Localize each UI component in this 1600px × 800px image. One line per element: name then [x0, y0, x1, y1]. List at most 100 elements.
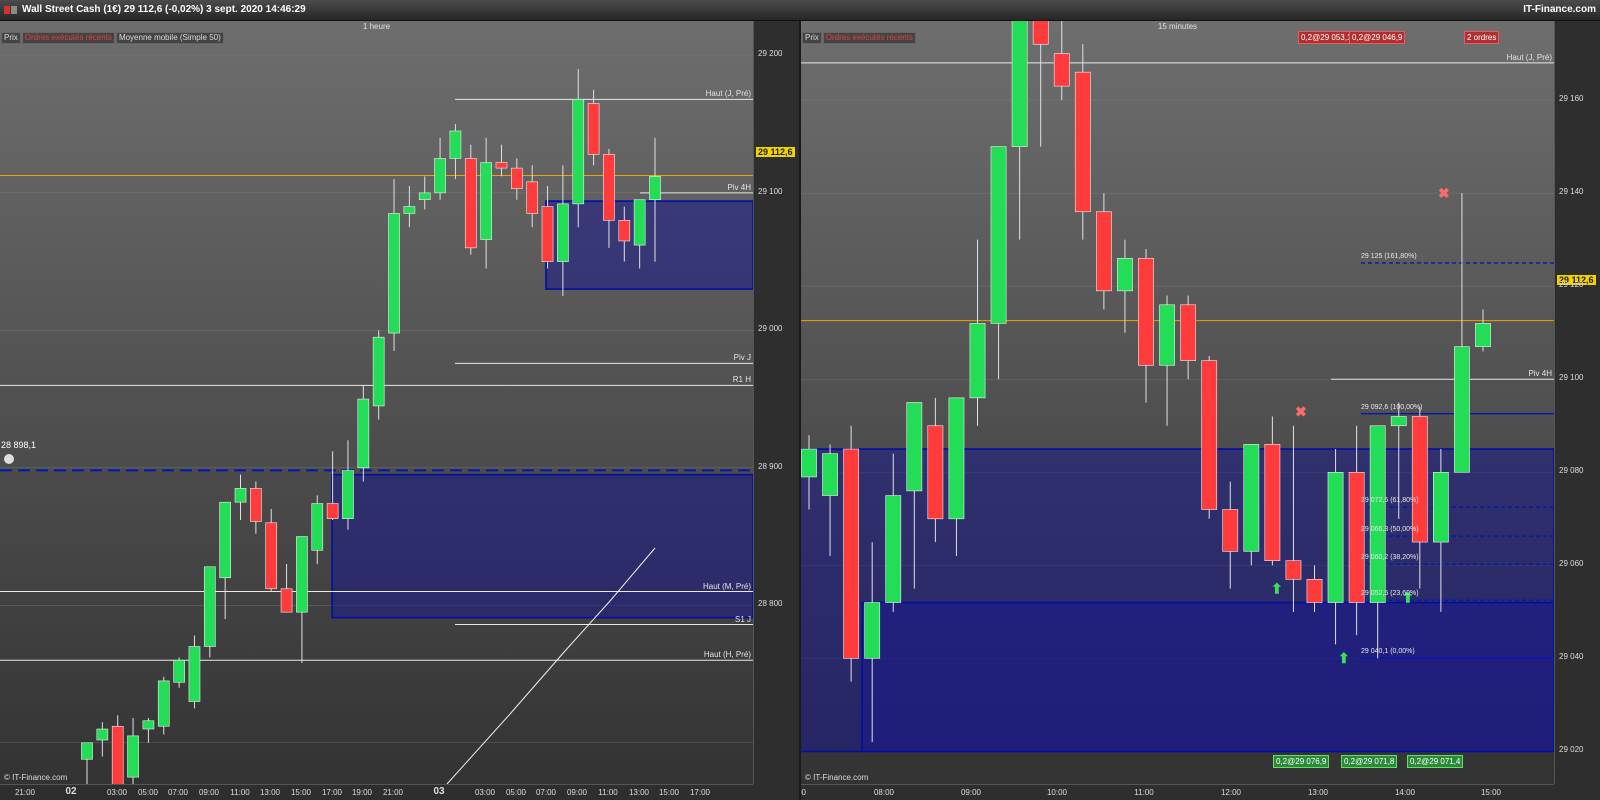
plot-area-15min[interactable]: ✖ ✖ ⬆ ⬆ ⬆ 15 minutes Prix Ordres exécutés ré…	[801, 21, 1554, 784]
candle-body	[495, 162, 508, 169]
tab-prix[interactable]: Prix	[802, 32, 822, 44]
level-label: Piv 4H	[727, 182, 751, 192]
candle-body	[1074, 71, 1091, 213]
x-tick-label: 09:00	[198, 788, 220, 797]
fibonacci-label: 29 072,5 (61,80%)	[1361, 497, 1419, 505]
restore-icon[interactable]	[11, 6, 17, 14]
y-tick-label: 29 060	[1559, 559, 1584, 569]
x-tick-label: 17:00	[689, 788, 711, 797]
candle-body	[618, 220, 631, 242]
fibonacci-label: 29 060,2 (38,20%)	[1361, 554, 1419, 562]
x-tick-label: 07:00	[801, 788, 807, 797]
candle-body	[203, 566, 216, 647]
y-tick-label: 28 800	[758, 599, 783, 609]
candle-body	[265, 522, 278, 590]
brand-label: IT-Finance.com	[1523, 4, 1596, 15]
candle-body	[372, 336, 385, 407]
candle-body	[633, 199, 646, 246]
x-tick-label: 07:00	[535, 788, 557, 797]
level-label: Haut (J, Pré)	[1506, 52, 1552, 62]
candle-body	[1475, 323, 1491, 347]
order-badge[interactable]: 0,2@29 046,9	[1349, 31, 1406, 44]
x-tick-label: 13:00	[628, 788, 650, 797]
tab-moving-average[interactable]: Moyenne mobile (Simple 50)	[115, 32, 224, 44]
y-tick-label: 29 200	[758, 49, 783, 59]
chart-panel-15min: ✖ ✖ ⬆ ⬆ ⬆ 15 minutes Prix Ordres exécutés ré…	[801, 21, 1600, 800]
tab-prix[interactable]: Prix	[1, 32, 21, 44]
x-tick-label: 15:00	[290, 788, 312, 797]
x-tick-label: 17:00	[321, 788, 343, 797]
chart-title: 1 heure	[362, 22, 391, 31]
y-tick-label: 29 140	[1559, 187, 1584, 197]
level-label: R1 H	[732, 375, 751, 385]
tab-ordres[interactable]: Ordres exécutés récents	[21, 32, 115, 44]
candle-body	[342, 470, 354, 519]
candle-body	[111, 725, 124, 784]
y-tick-label: 29 000	[758, 324, 783, 334]
y-axis-15min[interactable]: 29 112,6 29 160 29 140 29 120 29 100 29 080 2…	[1554, 21, 1600, 784]
level-label: Haut (J, Pré)	[705, 89, 751, 99]
y-tick-label: 29 160	[1559, 94, 1584, 104]
candle-body	[250, 488, 262, 522]
candle-body	[1243, 444, 1260, 552]
order-handle-icon[interactable]	[4, 454, 14, 464]
candle-body	[1327, 471, 1344, 603]
x-tick-label: 21:00	[382, 788, 404, 797]
chart-title: 15 minutes	[1157, 22, 1198, 31]
candle-body	[311, 503, 324, 551]
demand-zone	[545, 200, 753, 290]
x-tick-label: 02	[65, 786, 77, 797]
candle-body	[906, 402, 923, 492]
x-tick-label: 09:00	[566, 788, 588, 797]
x-tick-label: 05:00	[505, 788, 527, 797]
level-label: Piv J	[733, 353, 751, 363]
cross-marker: ✖	[1438, 185, 1450, 201]
level-label: Haut (M, Pré)	[702, 581, 751, 591]
x-tick-label: 03:00	[106, 788, 128, 797]
tab-ordres[interactable]: Ordres exécutés récents	[822, 32, 916, 44]
buy-order-badge[interactable]: 0,2@29 076,9	[1273, 755, 1330, 768]
plot-area-hourly[interactable]: 1 heure Prix Ordres exécutés récents Moy…	[0, 21, 753, 784]
orders-count-badge[interactable]: 2 ordres	[1464, 31, 1500, 44]
candle-body	[1180, 304, 1197, 361]
x-tick-label: 14:00	[1394, 788, 1416, 797]
candle-body	[434, 158, 446, 194]
candle-body	[1222, 509, 1239, 552]
cross-marker: ✖	[1295, 403, 1307, 419]
candle-body	[464, 158, 477, 249]
window-icon[interactable]	[4, 6, 10, 14]
candle-body	[127, 735, 139, 778]
buy-order-badge[interactable]: 0,2@29 071,4	[1407, 755, 1464, 768]
y-tick-label: 29 040	[1559, 652, 1584, 662]
x-tick-label: 08:00	[873, 788, 895, 797]
candle-body	[1117, 257, 1133, 292]
candle-body	[1201, 360, 1218, 510]
fibonacci-label: 29 040,1 (0,00%)	[1361, 647, 1415, 655]
candle-body	[885, 495, 902, 603]
y-axis-hourly[interactable]: 29 112,6 29 200 29 100 29 000 28 900 28 800	[753, 21, 799, 784]
x-axis-15min[interactable]: 07:00 08:00 09:00 10:00 11:00 12:00 13:00 14:00…	[801, 784, 1554, 800]
level-label: Piv 4H	[1528, 369, 1552, 379]
candle-body	[449, 130, 462, 159]
order-badge[interactable]: 0,2@29 053,1	[1298, 31, 1355, 44]
x-axis-hourly[interactable]: 21:00 02 03:00 05:00 07:00 09:00 11:00 13:00 15:…	[0, 784, 753, 800]
candle-body	[234, 488, 247, 503]
candle-body	[927, 425, 944, 520]
indicator-tabs: Prix Ordres exécutés récents	[802, 32, 917, 44]
fibonacci-label: 29 125 (161,80%)	[1361, 252, 1417, 260]
chart-panel-hourly: 1 heure Prix Ordres exécutés récents Moy…	[0, 21, 799, 800]
candle-body	[1348, 471, 1365, 603]
candle-body	[990, 146, 1007, 324]
candle-body	[142, 720, 155, 730]
candle-body	[603, 154, 615, 221]
x-tick-label: 13:00	[1307, 788, 1329, 797]
candle-body	[357, 398, 370, 469]
candle-body	[219, 501, 231, 579]
x-tick-label: 15:00	[658, 788, 680, 797]
x-tick-label: 03	[433, 786, 445, 797]
buy-order-badge[interactable]: 0,2@29 071,8	[1341, 755, 1398, 768]
candle-body	[1454, 346, 1470, 473]
dashed-level-label: 28 898,1	[1, 440, 37, 450]
candle-body	[1264, 444, 1281, 561]
level-label: Haut (H, Pré)	[703, 650, 751, 660]
